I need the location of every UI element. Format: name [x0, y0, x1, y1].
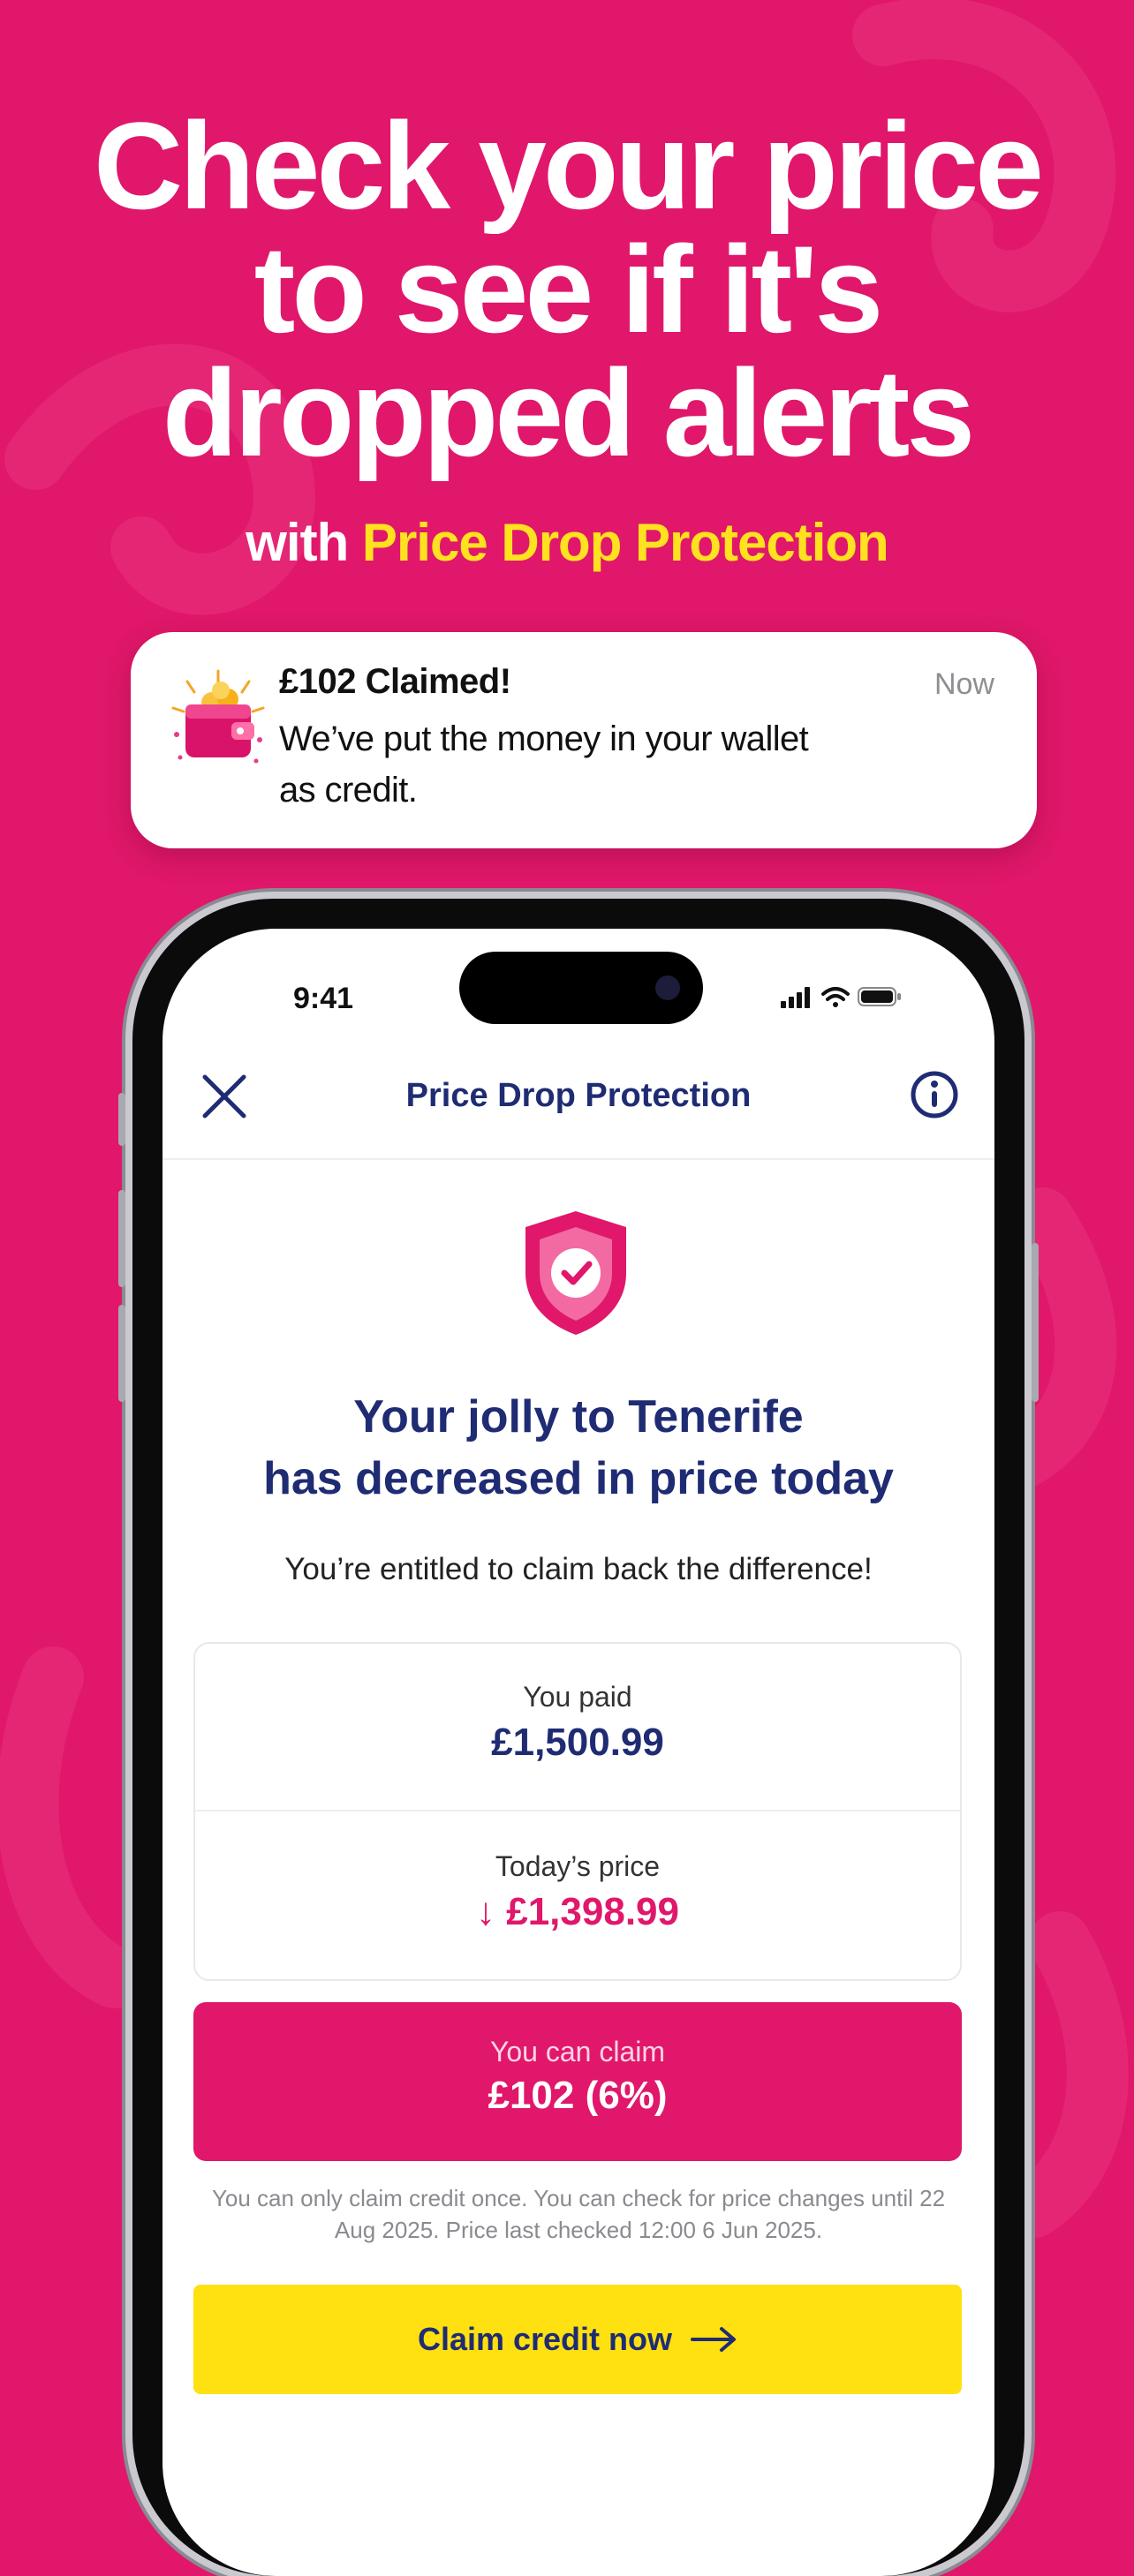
notification-body: We’ve put the money in your wallet as cr…: [279, 719, 809, 810]
paid-value: £1,500.99: [491, 1721, 664, 1764]
main-title-line-1: Your jolly to Tenerife: [353, 1391, 804, 1442]
nav-bar: Price Drop Protection: [163, 1043, 994, 1160]
paid-section: You paid £1,500.99: [195, 1681, 960, 1765]
claim-amount-box: You can claim £102 (6%): [193, 2002, 962, 2161]
claim-credit-button[interactable]: Claim credit now: [193, 2285, 962, 2394]
signal-icon: [781, 987, 810, 1008]
phone-volume-up-button: [118, 1190, 125, 1287]
claim-label: You can claim: [489, 2036, 666, 2068]
paid-label: You paid: [523, 1681, 632, 1713]
subheadline-accent: Price Drop Protection: [361, 513, 889, 572]
dynamic-island: [459, 952, 703, 1024]
price-divider: [195, 1810, 960, 1811]
phone-frame: 9:41 Price Drop Protection Your jolly to…: [118, 899, 1039, 2576]
claim-value: £102 (6%): [488, 2074, 668, 2117]
info-icon[interactable]: [910, 1070, 959, 1119]
shield-check-icon: [525, 1211, 626, 1335]
phone-power-button: [1032, 1243, 1039, 1402]
today-price-section: Today’s price ↓ £1,398.99: [195, 1850, 960, 1934]
headline-line-3: dropped alerts: [162, 343, 975, 482]
price-comparison-card: You paid £1,500.99 Today’s price ↓ £1,39…: [193, 1642, 962, 1981]
status-icons: [781, 987, 901, 1008]
wallet-coins-icon: [171, 669, 265, 764]
phone-screen: 9:41 Price Drop Protection Your jolly to…: [163, 929, 994, 2576]
battery-icon: [858, 987, 901, 1006]
wifi-icon: [821, 987, 850, 1007]
entitled-text: You’re entitled to claim back the differ…: [284, 1552, 873, 1586]
nav-title: Price Drop Protection: [405, 1077, 752, 1114]
phone-volume-down-button: [118, 1305, 125, 1402]
claim-notification[interactable]: £102 Claimed! Now We’ve put the money in…: [131, 632, 1037, 848]
arrow-right-icon: [691, 2327, 737, 2352]
notification-title: £102 Claimed!: [279, 662, 511, 701]
headline-line-1: Check your price: [94, 96, 1044, 235]
status-time: 9:41: [293, 982, 354, 1015]
camera-icon: [655, 975, 680, 1000]
subheadline-prefix: with: [246, 513, 349, 572]
subheadline: with Price Drop Protection: [35, 512, 1099, 574]
main-title-line-2: has decreased in price today: [263, 1453, 894, 1504]
today-price-label: Today’s price: [495, 1850, 661, 1882]
main-title: Your jolly to Tenerife has decreased in …: [163, 1386, 994, 1510]
claim-credit-label: Claim credit now: [417, 2321, 673, 2357]
notification-time: Now: [934, 667, 994, 701]
phone-action-button: [118, 1093, 125, 1146]
today-price-value: ↓ £1,398.99: [476, 1890, 679, 1933]
headline: Check your price to see if it's dropped …: [35, 104, 1099, 475]
claim-fineprint: You can only claim credit once. You can …: [211, 2185, 946, 2243]
headline-line-2: to see if it's: [253, 220, 884, 358]
